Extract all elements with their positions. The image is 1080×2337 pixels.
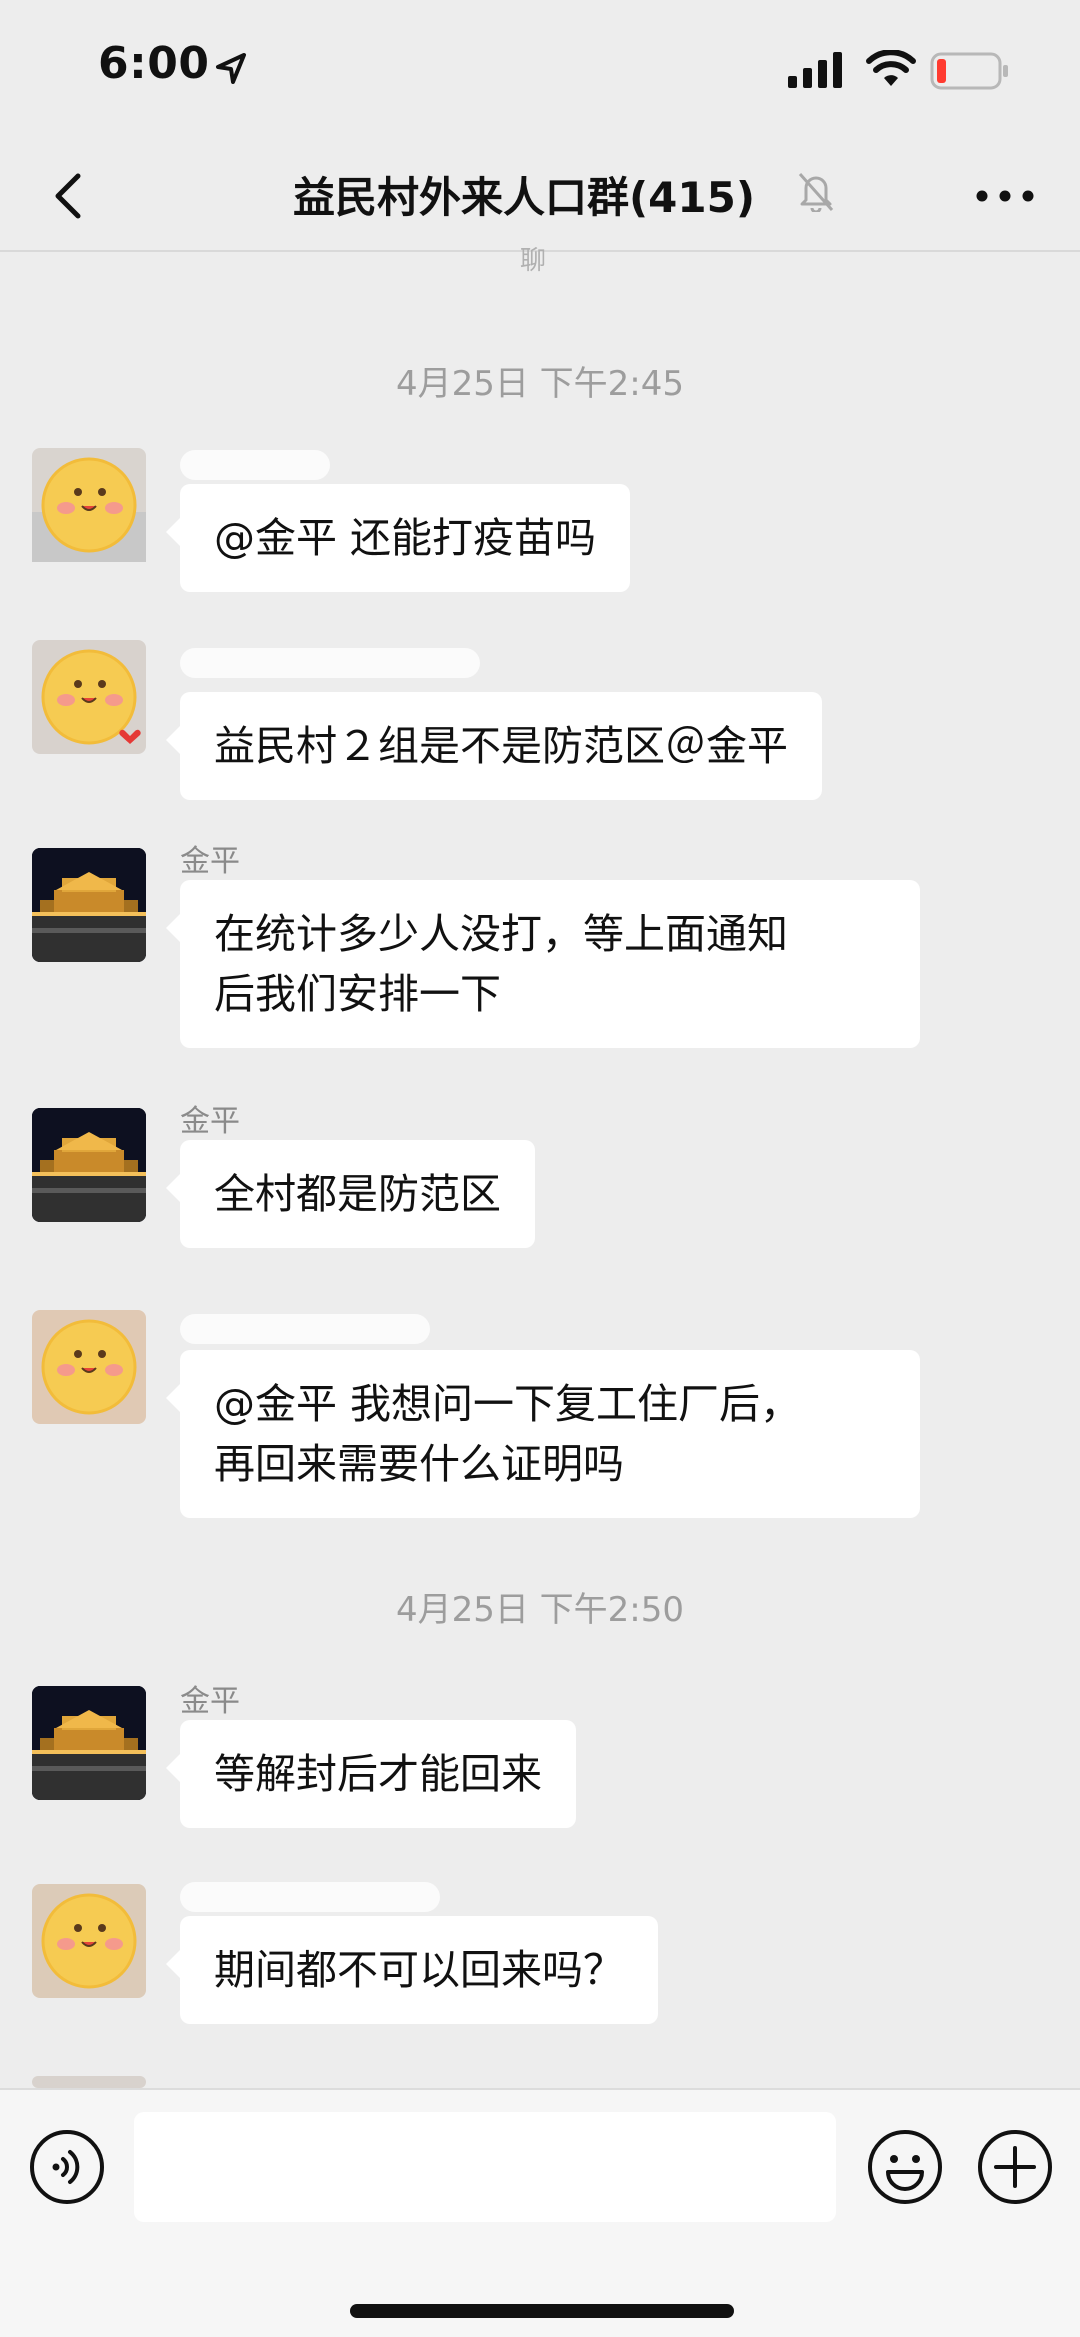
message-text: 益民村２组是不是防范区＠金平	[214, 722, 788, 770]
home-indicator[interactable]	[350, 2304, 734, 2318]
sender-name: 金平	[180, 1104, 240, 1139]
location-arrow-icon	[216, 53, 246, 84]
cellular-signal-icon	[788, 52, 842, 88]
message-bubble[interactable]: 全村都是防范区	[166, 1140, 535, 1248]
sun-sticker-avatar[interactable]	[32, 640, 146, 754]
message-text: 全村都是防范区	[214, 1170, 501, 1218]
sender-name-redacted	[180, 648, 480, 678]
message-input[interactable]	[134, 2112, 836, 2222]
time-divider: 4月25日 下午2:50	[395, 1590, 685, 1630]
night-building-image	[32, 1686, 146, 1800]
message-bubble[interactable]: 在统计多少人没打，等上面通知 后我们安排一下	[166, 880, 920, 1048]
message-bubble[interactable]: 益民村２组是不是防范区＠金平	[166, 692, 822, 800]
status-bar: 6:00	[0, 0, 1080, 140]
message-bubble[interactable]: @金平 还能打疫苗吗	[165, 484, 631, 592]
input-bar	[0, 2088, 1080, 2337]
chat-message-list[interactable]: 4月25日 下午2:45 @金平 还能打疫苗吗 益民村２组是不是防范区＠金平 金…	[0, 252, 1080, 2088]
mute-bell-icon	[798, 173, 834, 212]
message-text-line: 后我们安排一下	[214, 970, 501, 1018]
message-bubble[interactable]: @金平 我想问一下复工住厂后， 再回来需要什么证明吗	[166, 1350, 920, 1518]
battery-icon	[930, 52, 1008, 90]
night-building-avatar[interactable]	[32, 1686, 146, 1800]
message-bubble[interactable]: 期间都不可以回来吗？	[166, 1916, 658, 2024]
sender-name-redacted	[180, 450, 330, 480]
voice-icon[interactable]	[28, 2128, 106, 2206]
night-building-image	[32, 848, 146, 962]
sun-sticker-avatar[interactable]	[32, 1884, 146, 1998]
page-title: 益民村外来人口群(415)	[0, 164, 1080, 225]
sun-sticker-avatar[interactable]	[32, 448, 146, 562]
sender-name: 金平	[180, 1684, 240, 1719]
sun-sticker-avatar[interactable]	[32, 1310, 146, 1424]
message-text: 等解封后才能回来	[214, 1750, 542, 1798]
chat-header: 益民村外来人口群(415)	[0, 140, 1080, 252]
sender-name-redacted	[180, 1882, 440, 1912]
more-dots-icon[interactable]	[970, 176, 1040, 216]
status-time: 6:00	[98, 38, 210, 89]
sender-name-redacted	[180, 1314, 430, 1344]
message-text: 期间都不可以回来吗？	[214, 1946, 624, 1994]
plus-icon[interactable]	[976, 2128, 1054, 2206]
message-text-line: @金平 我想问一下复工住厂后，	[214, 1380, 802, 1428]
group-name: 益民村外来人口群	[292, 173, 629, 222]
message-bubble[interactable]: 等解封后才能回来	[166, 1720, 576, 1828]
member-count: (415)	[628, 173, 756, 222]
night-building-image	[32, 1108, 146, 1222]
time-divider: 4月25日 下午2:45	[395, 364, 685, 404]
message-text: @金平 还能打疫苗吗	[214, 514, 597, 562]
sender-name: 金平	[180, 844, 240, 879]
emoji-icon[interactable]	[866, 2128, 944, 2206]
message-text-line: 在统计多少人没打，等上面通知	[214, 910, 788, 958]
message-text-line: 再回来需要什么证明吗	[214, 1440, 624, 1488]
night-building-avatar[interactable]	[32, 1108, 146, 1222]
avatar	[32, 2076, 146, 2088]
night-building-avatar[interactable]	[32, 848, 146, 962]
wifi-icon	[866, 50, 916, 86]
